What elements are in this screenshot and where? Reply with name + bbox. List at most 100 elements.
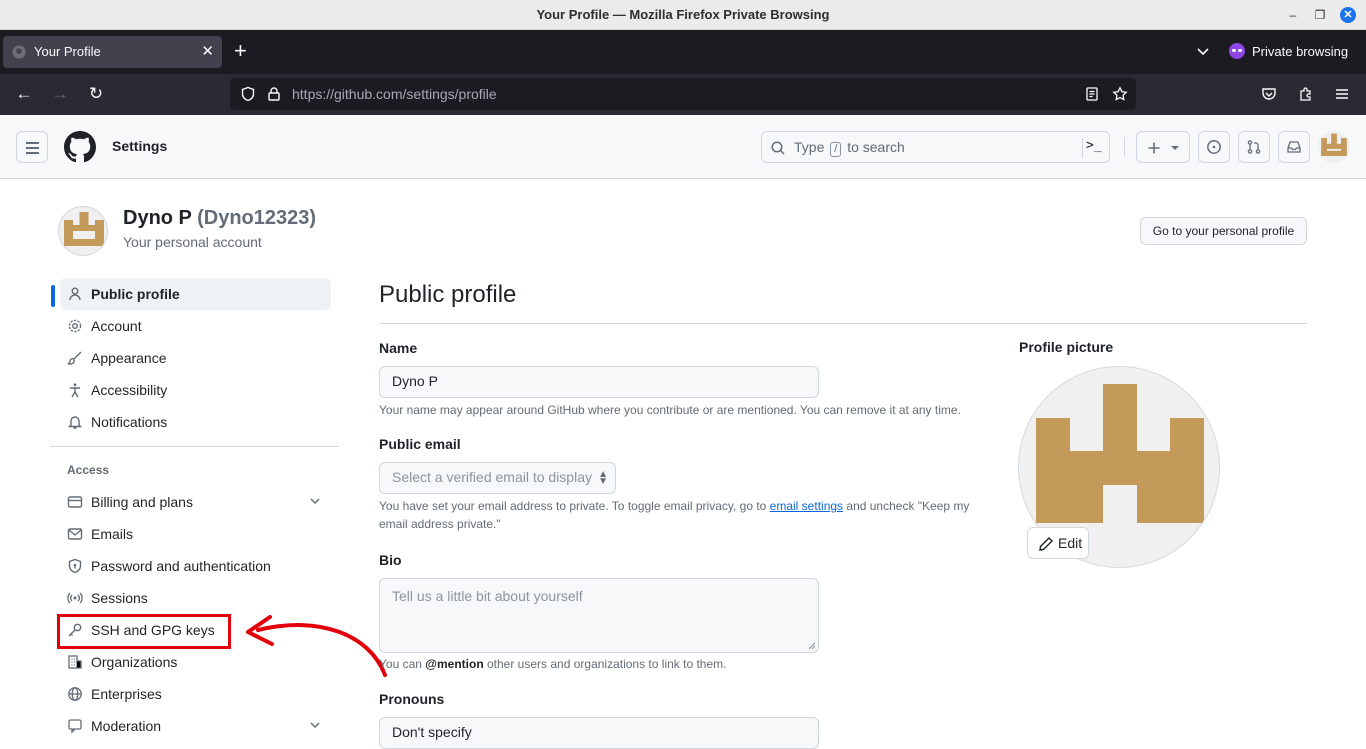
extensions-puzzle-icon[interactable]	[1298, 86, 1314, 102]
shield-lock-icon	[68, 558, 82, 574]
pull-requests-button[interactable]	[1238, 131, 1270, 163]
pronouns-label: Pronouns	[379, 691, 445, 707]
sidebar-item-label: Organizations	[91, 654, 178, 670]
edit-picture-button[interactable]: Edit	[1027, 527, 1089, 559]
sidebar-item-moderation[interactable]: Moderation	[60, 710, 331, 742]
window-title: Your Profile — Mozilla Firefox Private B…	[536, 7, 830, 22]
pocket-icon[interactable]	[1261, 86, 1277, 102]
new-tab-icon[interactable]: +	[234, 40, 247, 62]
email-settings-link[interactable]: email settings	[770, 499, 843, 513]
name-input[interactable]: Dyno P	[379, 366, 819, 398]
bio-hint: You can @mention other users and organiz…	[379, 655, 726, 673]
user-avatar[interactable]	[1318, 131, 1350, 163]
chevron-down-icon[interactable]	[309, 495, 321, 507]
sidebar-heading-access: Access	[67, 463, 110, 477]
account-avatar	[58, 206, 108, 256]
close-window-icon[interactable]: ✕	[1340, 7, 1356, 23]
edit-button-label: Edit	[1058, 535, 1083, 551]
inbox-button[interactable]	[1278, 131, 1310, 163]
minimize-icon[interactable]: –	[1285, 7, 1301, 23]
account-display-name: Dyno P (Dyno12323)	[123, 207, 316, 230]
login-text: (Dyno12323)	[197, 207, 317, 229]
resize-grip-icon[interactable]	[808, 642, 816, 650]
search-placeholder: Type / to search	[794, 139, 905, 157]
navigation-toolbar: ← → ↻ https://github.com/settings/profil…	[0, 74, 1366, 115]
sidebar-item-label: Emails	[91, 526, 134, 542]
header-context-title[interactable]: Settings	[112, 138, 167, 154]
go-to-profile-button[interactable]: Go to your personal profile	[1140, 217, 1307, 245]
caret-down-icon	[1171, 146, 1179, 150]
hamburger-line	[26, 152, 39, 154]
private-browsing-indicator: Private browsing	[1229, 43, 1348, 59]
url-text[interactable]: https://github.com/settings/profile	[292, 86, 497, 102]
account-subtitle: Your personal account	[123, 234, 262, 250]
pencil-icon	[1039, 537, 1053, 551]
mention-text: @mention	[425, 657, 484, 671]
lock-icon[interactable]	[266, 86, 282, 102]
public-email-select[interactable]: Select a verified email to display ▲ ▼	[379, 462, 616, 494]
annotation-arrow-icon	[246, 615, 387, 677]
url-path: /settings/profile	[402, 86, 497, 102]
reader-view-icon[interactable]	[1084, 86, 1100, 102]
tab-your-profile[interactable]: Your Profile ✕	[3, 36, 222, 68]
reload-icon[interactable]: ↻	[87, 85, 105, 103]
sidebar-item-billing[interactable]: Billing and plans	[60, 486, 331, 518]
select-arrows-icon: ▲ ▼	[598, 469, 608, 487]
tab-title: Your Profile	[34, 44, 101, 59]
bio-textarea[interactable]: Tell us a little bit about yourself	[379, 578, 819, 653]
broadcast-icon	[67, 592, 83, 604]
shield-icon[interactable]	[240, 86, 256, 102]
sidebar-item-emails[interactable]: Emails	[60, 518, 331, 550]
sidebar-item-label: Password and authentication	[91, 558, 271, 574]
github-favicon-icon	[12, 45, 26, 59]
sidebar-divider	[50, 446, 339, 447]
global-nav-menu-button[interactable]	[16, 131, 48, 163]
sidebar-item-accessibility[interactable]: Accessibility	[60, 374, 331, 406]
github-logo-icon[interactable]	[64, 131, 96, 163]
bookmark-star-icon[interactable]	[1112, 86, 1128, 102]
forward-arrow-icon[interactable]: →	[51, 85, 69, 103]
page-title: Public profile	[379, 281, 517, 308]
sidebar-item-public-profile[interactable]: Public profile	[60, 278, 331, 310]
header-divider	[1124, 137, 1125, 157]
report-icon	[68, 719, 82, 734]
bio-hint-pre: You can	[379, 657, 422, 671]
public-email-label: Public email	[379, 436, 461, 452]
display-name-text: Dyno P	[123, 207, 192, 229]
search-placeholder-suffix: to search	[847, 139, 905, 155]
back-arrow-icon[interactable]: ←	[15, 85, 33, 103]
issue-opened-icon	[1207, 140, 1221, 154]
title-divider	[379, 323, 1307, 324]
credit-card-icon	[67, 496, 83, 508]
name-label: Name	[379, 340, 418, 356]
sidebar-item-label: Sessions	[91, 590, 148, 606]
accessibility-icon	[70, 383, 80, 398]
command-palette-icon[interactable]: >_	[1086, 138, 1102, 153]
app-menu-icon[interactable]	[1334, 86, 1350, 102]
search-divider	[1082, 138, 1083, 158]
plus-icon	[1148, 142, 1160, 154]
close-tab-icon[interactable]: ✕	[201, 42, 214, 60]
create-new-button[interactable]	[1136, 131, 1190, 163]
sidebar-item-label: Accessibility	[91, 382, 168, 398]
maximize-icon[interactable]: ❐	[1312, 7, 1328, 23]
search-input[interactable]: Type / to search >_	[761, 131, 1110, 163]
sidebar-item-appearance[interactable]: Appearance	[60, 342, 331, 374]
sidebar-item-label: Appearance	[91, 350, 167, 366]
chevron-down-icon[interactable]	[309, 719, 321, 731]
sidebar-item-notifications[interactable]: Notifications	[60, 406, 331, 438]
url-host: https://github.com	[292, 86, 403, 102]
hamburger-line	[26, 147, 39, 149]
pronouns-select[interactable]: Don't specify	[379, 717, 819, 749]
sidebar-item-label: Public profile	[91, 286, 180, 302]
sidebar-item-account[interactable]: Account	[60, 310, 331, 342]
sidebar-item-password-authentication[interactable]: Password and authentication	[60, 550, 331, 582]
tab-list-chevron-icon[interactable]	[1195, 43, 1211, 59]
url-bar[interactable]: https://github.com/settings/profile	[230, 78, 1136, 110]
bio-hint-post: other users and organizations to link to…	[487, 657, 727, 671]
person-icon	[69, 287, 81, 301]
issues-button[interactable]	[1198, 131, 1230, 163]
private-mask-icon	[1229, 43, 1245, 59]
sidebar-item-label: Account	[91, 318, 142, 334]
bell-icon	[67, 416, 83, 429]
